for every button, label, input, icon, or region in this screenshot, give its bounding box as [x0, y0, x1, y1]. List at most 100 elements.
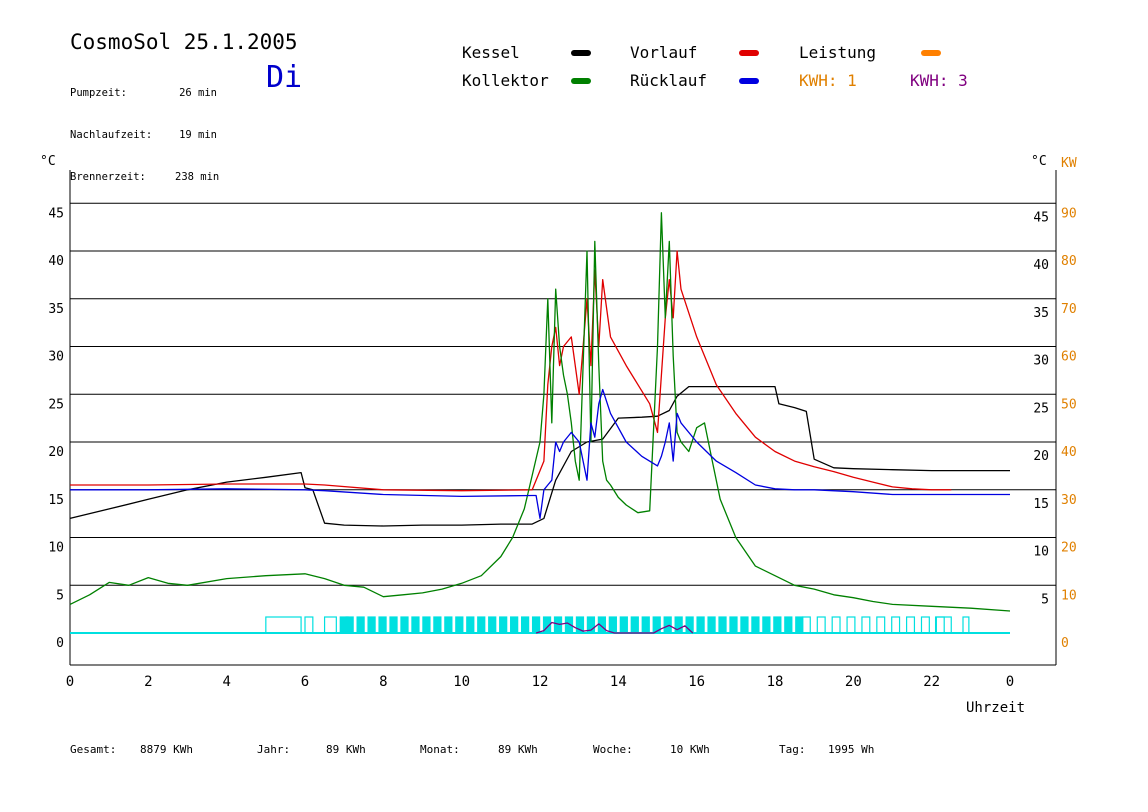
y-tick-left-20: 20: [48, 445, 64, 460]
y-tick-left-10: 10: [48, 541, 64, 556]
series-line-2: [69, 212, 1011, 612]
pump-bar-39: [729, 616, 738, 634]
pump-bar-6: [367, 616, 376, 634]
pump-bar-57: [962, 616, 970, 634]
y-tick-right-kw-90: 90: [1061, 206, 1077, 221]
pump-bar-44: [784, 616, 793, 634]
pump-bar-36: [696, 616, 705, 634]
chart-axes: [69, 170, 1057, 666]
y-tick-right-c-30: 30: [1033, 354, 1049, 369]
pump-bar-41: [751, 616, 760, 634]
pump-bar-31: [641, 616, 650, 634]
y-axis-unit-right-kw: KW: [1061, 156, 1077, 171]
pump-bar-9: [400, 616, 409, 634]
y-tick-right-c-40: 40: [1033, 258, 1049, 273]
x-tick-12: 0: [1006, 674, 1014, 690]
y-tick-right-kw-10: 10: [1061, 588, 1077, 603]
footer-gesamt-value: 8879 KWh: [140, 743, 193, 756]
pump-bar-2: [323, 616, 337, 634]
pump-bar-49: [846, 616, 856, 634]
pump-bar-5: [356, 616, 365, 634]
y-tick-right-kw-50: 50: [1061, 397, 1077, 412]
pump-bar-12: [433, 616, 442, 634]
footer-tag-value: 1995 Wh: [828, 743, 875, 756]
y-axis-unit-left: °C: [40, 154, 56, 169]
y-tick-right-kw-0: 0: [1061, 636, 1069, 651]
pump-bar-47: [816, 616, 826, 634]
x-tick-10: 20: [845, 674, 862, 690]
y-tick-left-30: 30: [48, 350, 64, 365]
pump-bar-42: [762, 616, 771, 634]
pump-bar-15: [466, 616, 475, 634]
footer-monat-value: 89 KWh: [498, 743, 538, 756]
pump-bar-48: [831, 616, 841, 634]
x-tick-2: 4: [222, 674, 230, 690]
pump-bar-45: [795, 616, 804, 634]
pump-bar-52: [891, 616, 901, 634]
series-line-1: [70, 250, 952, 492]
x-tick-4: 8: [379, 674, 387, 690]
footer-jahr-label: Jahr:: [257, 743, 291, 756]
pump-bar-55: [935, 616, 945, 634]
pump-bar-28: [608, 616, 617, 634]
x-tick-11: 22: [923, 674, 940, 690]
y-axis-unit-right-c: °C: [1031, 154, 1047, 169]
x-tick-3: 6: [301, 674, 309, 690]
pump-bar-16: [477, 616, 486, 634]
y-tick-right-kw-60: 60: [1061, 350, 1077, 365]
x-tick-1: 2: [144, 674, 152, 690]
x-tick-7: 14: [610, 674, 627, 690]
y-tick-right-kw-80: 80: [1061, 254, 1077, 269]
pump-bar-20: [520, 616, 530, 634]
pump-bar-1: [304, 616, 314, 634]
footer-monat-label: Monat:: [420, 743, 460, 756]
pump-bar-29: [619, 616, 628, 634]
pump-bar-8: [389, 616, 398, 634]
pump-bar-56: [934, 616, 952, 634]
x-axis-label: Uhrzeit: [966, 700, 1026, 716]
pump-bar-34: [674, 616, 683, 634]
chart-series: [69, 212, 1011, 634]
pump-bar-46: [801, 616, 811, 634]
pump-bar-33: [663, 616, 672, 634]
footer-woche-value: 10 KWh: [670, 743, 710, 756]
pump-bar-54: [920, 616, 930, 634]
pump-bar-11: [422, 616, 431, 634]
pump-bar-30: [630, 616, 639, 634]
x-tick-8: 16: [688, 674, 705, 690]
series-line-0: [69, 385, 1010, 527]
temperature-chart: 0510152025303540455101520253035404501020…: [48, 170, 1077, 690]
x-tick-6: 12: [532, 674, 549, 690]
y-tick-left-5: 5: [56, 588, 64, 603]
pump-bar-51: [876, 616, 886, 634]
y-tick-right-kw-20: 20: [1061, 541, 1077, 556]
y-tick-right-kw-40: 40: [1061, 445, 1077, 460]
y-tick-right-kw-30: 30: [1061, 493, 1077, 508]
footer-woche-label: Woche:: [593, 743, 633, 756]
y-tick-right-c-10: 10: [1033, 545, 1049, 560]
pump-bar-0: [265, 616, 302, 634]
pump-bar-19: [510, 616, 519, 634]
pump-bar-37: [707, 616, 716, 634]
pump-bar-38: [718, 616, 727, 634]
pump-bar-7: [378, 616, 387, 634]
pump-bar-18: [499, 616, 508, 634]
pump-bar-40: [740, 616, 749, 634]
chart-grid: [70, 202, 1056, 586]
pump-bar-13: [444, 616, 453, 634]
y-tick-left-40: 40: [48, 254, 64, 269]
y-tick-right-c-5: 5: [1041, 592, 1049, 607]
pump-bar-43: [773, 616, 782, 634]
y-tick-left-25: 25: [48, 397, 64, 412]
pump-bar-50: [861, 616, 871, 634]
y-tick-right-c-45: 45: [1033, 210, 1049, 225]
x-tick-5: 10: [453, 674, 470, 690]
y-tick-left-15: 15: [48, 493, 64, 508]
y-tick-right-kw-70: 70: [1061, 302, 1077, 317]
y-tick-right-c-20: 20: [1033, 449, 1049, 464]
footer-tag-label: Tag:: [779, 743, 806, 756]
footer-gesamt-label: Gesamt:: [70, 743, 117, 756]
pump-bar-23: [553, 616, 563, 634]
y-tick-left-35: 35: [48, 302, 64, 317]
series-line-3: [70, 388, 1010, 520]
